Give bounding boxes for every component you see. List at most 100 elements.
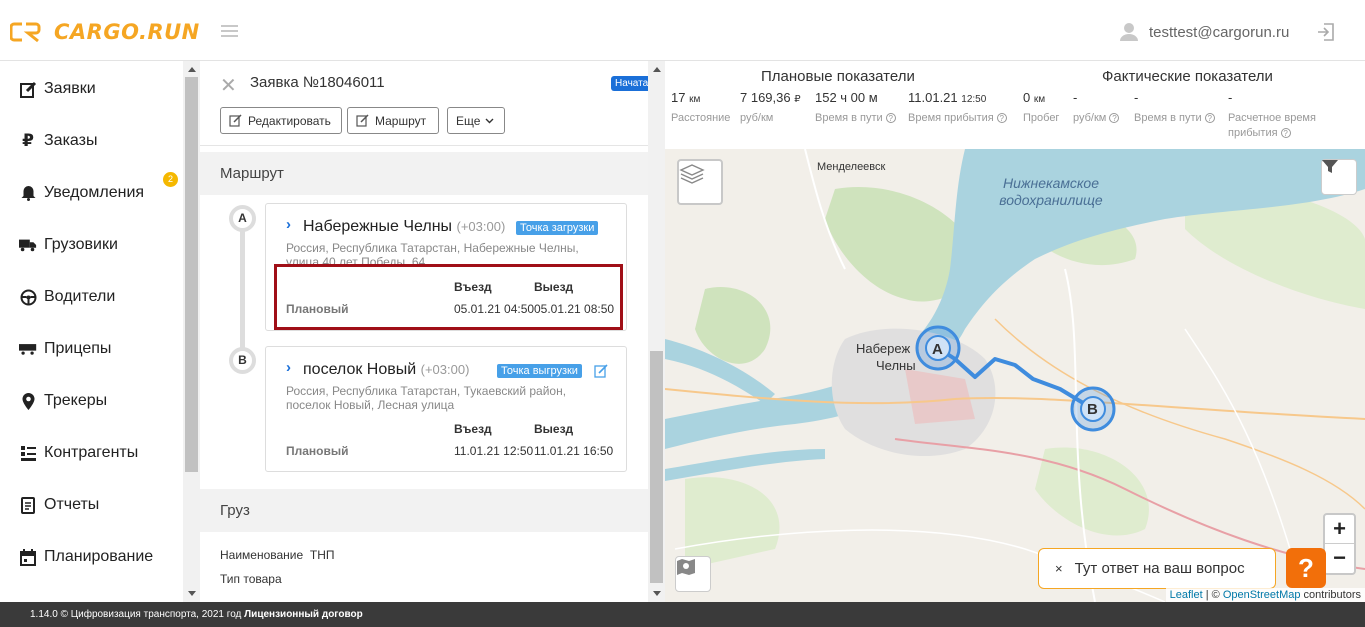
help-icon[interactable]: ? [1204,113,1215,124]
edit-icon [19,80,37,98]
sidebar-item-trackers[interactable]: Трекеры [0,375,183,427]
stop-name: Набережные Челны (+03:00) [303,218,506,235]
sidebar-item-reports[interactable]: Отчеты [0,479,183,531]
cargo-section-header: Груз [200,489,648,532]
stop-type-badge: Точка загрузки [516,221,599,235]
steering-wheel-icon [19,288,37,306]
sidebar-item-planning[interactable]: Планирование [0,531,183,583]
map-marker-a[interactable]: A [932,341,943,358]
metric-mileage: 0 км [1023,90,1046,105]
cargo-type-label: Тип товара [220,572,282,586]
footer: 1.14.0 © Цифровизация транспорта, 2021 г… [0,602,1365,627]
map-tiles [665,149,1365,602]
zoom-in-button[interactable]: + [1325,515,1354,544]
edit-icon [356,114,369,127]
chevron-right-icon[interactable]: › [286,216,291,233]
filter-button[interactable] [1321,159,1357,195]
sidebar-item-trailers[interactable]: Прицепы [0,323,183,375]
map[interactable]: Менделеевск Набереж Челны Нижнекамское в… [665,149,1365,602]
divider [200,145,648,146]
route-button[interactable]: Маршрут [347,107,439,134]
logo-icon [10,22,41,43]
edit-icon [229,114,242,127]
highlight-box [274,264,623,330]
more-button[interactable]: Еще [447,107,505,134]
ruble-icon: ₽ [22,131,34,150]
edit-icon[interactable] [594,364,608,378]
map-city-label: Менделеевск [817,161,886,173]
scroll-up-icon[interactable] [188,67,196,72]
calendar-icon [19,548,37,566]
column-header-out: Выезд [534,422,574,436]
help-icon[interactable]: ? [1109,113,1120,124]
help-icon[interactable]: ? [1280,128,1291,139]
sidebar-item-orders[interactable]: ₽ Заказы [0,115,183,167]
sidebar-item-label: Трекеры [44,392,108,409]
metric-actual-rub-per-km: - [1073,90,1078,105]
metric-label: Время прибытия ? [908,111,1007,126]
stop-card-b[interactable]: › поселок Новый (+03:00) Точка выгрузки … [265,346,627,472]
scroll-up-icon[interactable] [653,67,661,72]
sidebar-item-contractors[interactable]: Контрагенты [0,427,183,479]
sidebar-item-drivers[interactable]: Водители [0,271,183,323]
scroll-down-icon[interactable] [188,591,196,596]
metric-label: Расчетное время прибытия ? [1228,112,1316,139]
stop-name: поселок Новый (+03:00) [303,361,470,378]
map-type-button[interactable] [675,556,711,592]
plan-row-label: Плановый [286,444,349,458]
metric-actual-travel-time: - [1134,90,1139,105]
logout-icon[interactable] [1316,22,1336,42]
map-marker-b[interactable]: B [1087,401,1098,418]
metric-label: Время в пути ? [815,111,896,126]
metric-rub-per-km: 7 169,36 ₽ [740,90,801,105]
sidebar-item-label: Контрагенты [44,444,139,461]
plan-in-time: 11.01.21 12:50 [454,444,534,458]
license-link[interactable]: Лицензионный договор [244,609,363,620]
map-city-label: Челны [876,358,916,373]
metric-label: руб/км [740,112,774,124]
plan-out-time: 11.01.21 16:50 [534,444,614,458]
map-attribution: Leaflet | © OpenStreetMap contributors [1165,588,1365,602]
map-city-label: Набереж [856,341,911,356]
panel-scrollbar[interactable] [648,61,665,602]
osm-link[interactable]: OpenStreetMap [1223,589,1301,601]
zoom-control: + − [1323,513,1356,575]
truck-icon [19,236,37,254]
help-button[interactable]: ? [1286,548,1326,588]
scrollbar-thumb[interactable] [650,351,663,583]
scroll-down-icon[interactable] [653,591,661,596]
cargo-name-row: Наименование ТНП [220,548,335,562]
edit-button[interactable]: Редактировать [220,107,342,134]
map-pin-icon [19,392,37,410]
scrollbar-thumb[interactable] [185,77,198,472]
sidebar-item-label: Отчеты [44,496,100,513]
column-header-in: Въезд [454,422,492,436]
sidebar-item-label: Прицепы [44,340,112,357]
notifications-badge: 2 [163,172,178,187]
layers-button[interactable] [677,159,723,205]
close-icon[interactable]: ✕ [220,73,237,98]
menu-toggle-icon[interactable] [221,25,238,38]
actual-metrics-title: Фактические показатели [1102,68,1273,85]
help-icon[interactable]: ? [885,113,896,124]
user-email[interactable]: testtest@cargorun.ru [1149,24,1289,41]
help-popup[interactable]: × Тут ответ на ваш вопрос [1038,548,1276,589]
sidebar-scrollbar[interactable] [183,61,200,602]
cargo-section-title: Груз [220,502,250,519]
map-icon [677,559,695,575]
logo[interactable]: CARGO.RUN [10,18,200,46]
sidebar-item-requests[interactable]: Заявки [0,63,183,115]
status-badge: Начата [611,76,648,91]
metric-eta: - [1228,90,1233,105]
zoom-out-button[interactable]: − [1325,544,1354,573]
route-section-header: Маршрут [200,152,648,195]
sidebar: Заявки ₽ Заказы Уведомления Грузовики Во… [0,61,200,602]
filter-icon [1322,160,1338,173]
chevron-right-icon[interactable]: › [286,359,291,376]
sidebar-item-trucks[interactable]: Грузовики [0,219,183,271]
leaflet-link[interactable]: Leaflet [1170,589,1203,601]
help-icon[interactable]: ? [996,113,1007,124]
sidebar-item-notifications[interactable]: Уведомления [0,167,183,219]
close-icon[interactable]: × [1055,561,1063,576]
order-panel: ✕ Заявка №18046011 Начата Редактировать … [200,61,648,602]
